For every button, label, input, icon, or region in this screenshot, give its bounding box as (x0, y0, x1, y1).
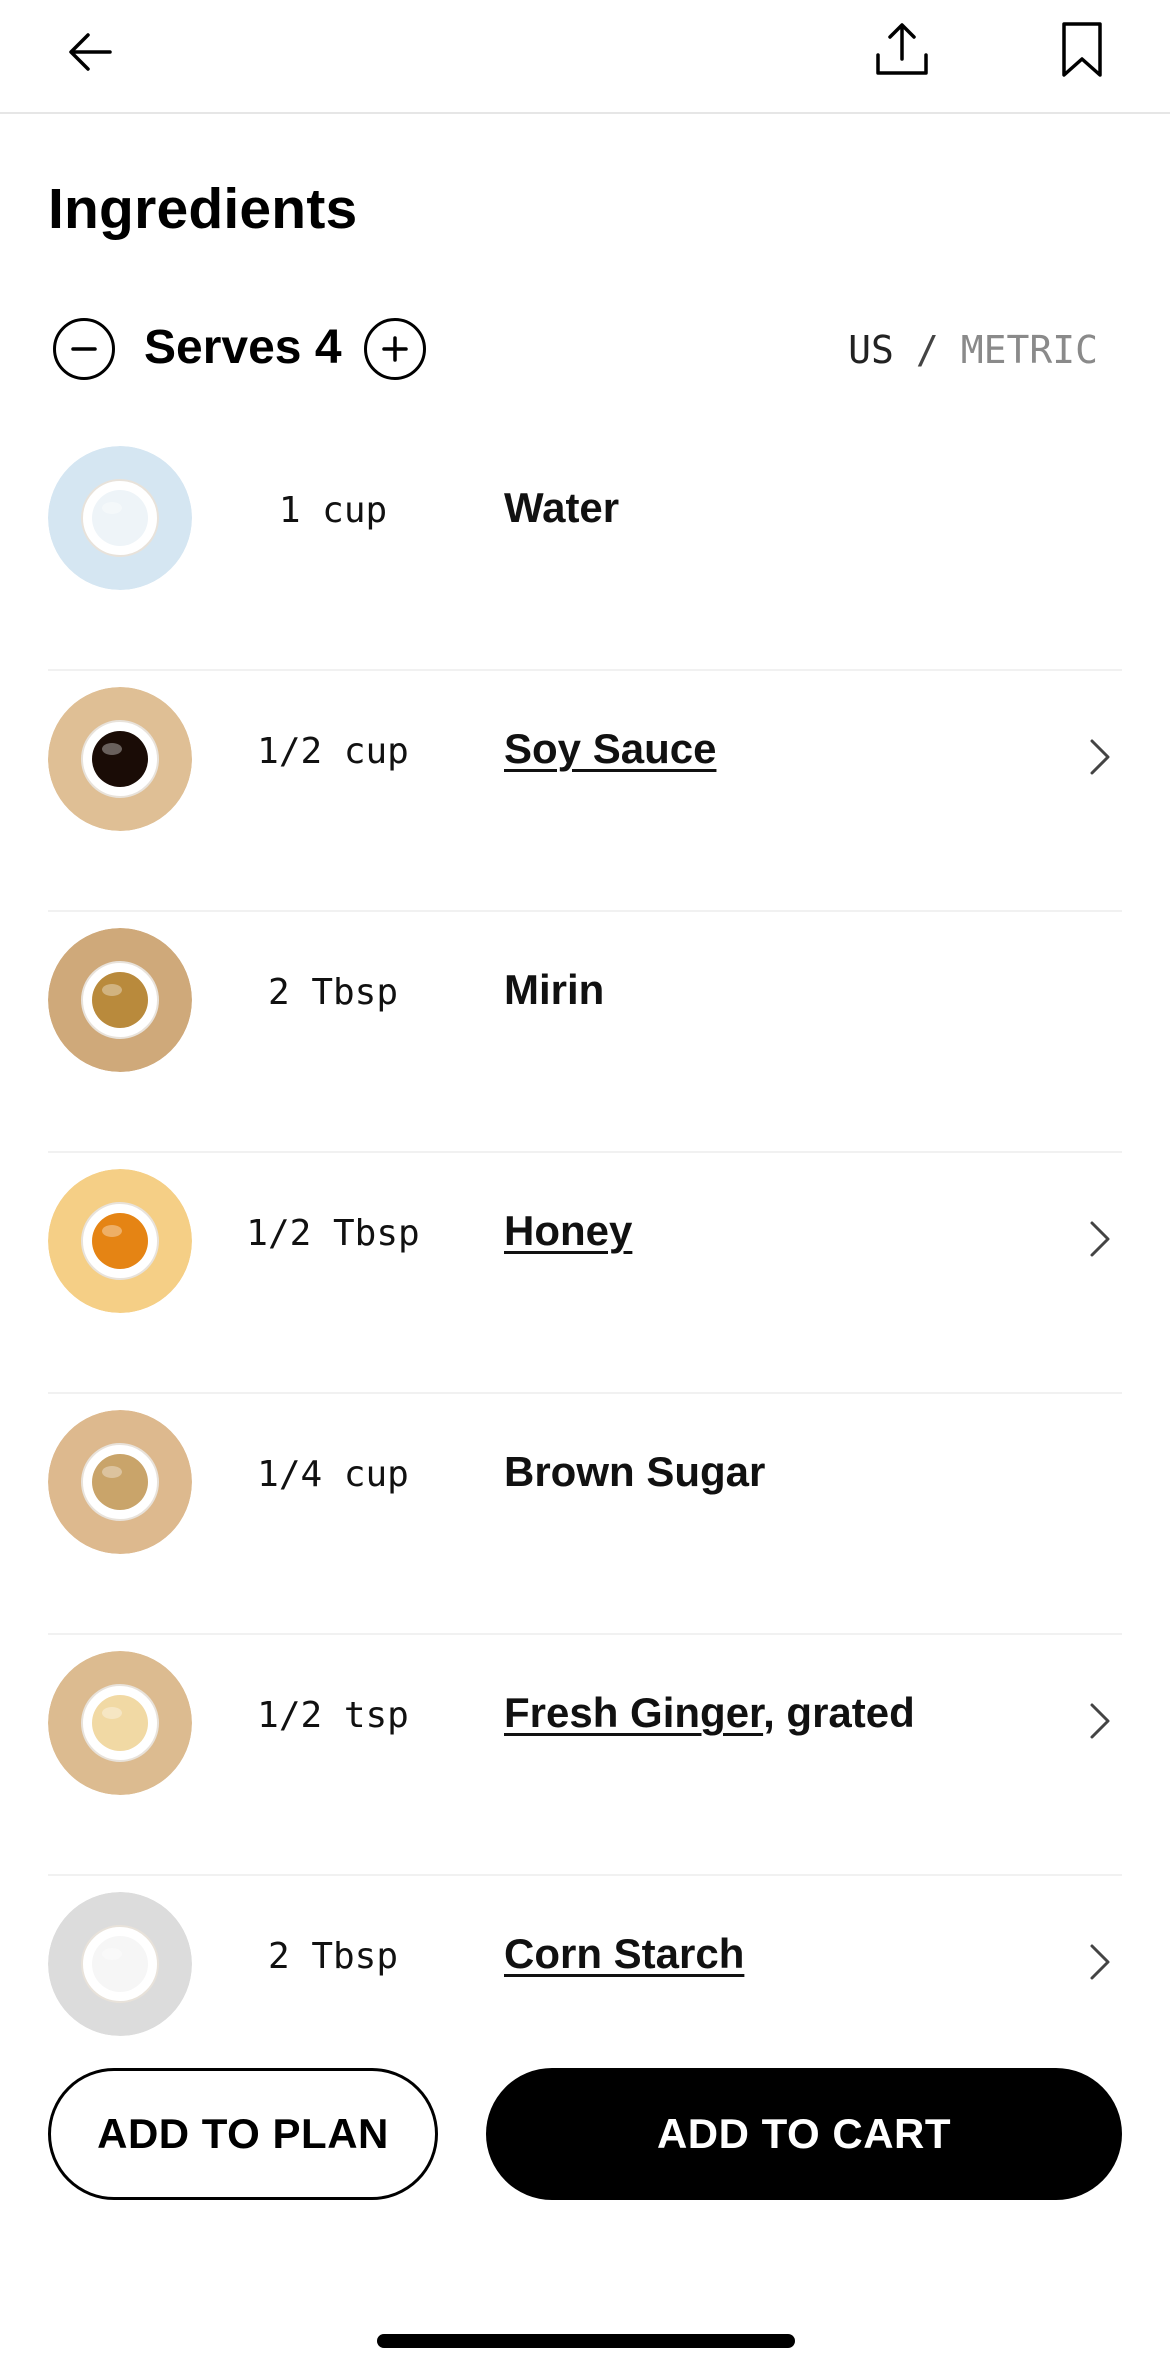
arrow-left-icon (69, 33, 112, 71)
add-to-plan-button[interactable]: ADD TO PLAN (48, 2068, 438, 2200)
ingredient-thumbnail (48, 928, 192, 1072)
share-button[interactable] (860, 8, 944, 92)
ingredient-thumbnail (48, 1410, 192, 1554)
ingredient-bowl-icon (48, 1169, 192, 1313)
ingredient-row[interactable]: 1/2 cup Soy Sauce (48, 671, 1122, 912)
ingredient-quantity: 2 Tbsp (267, 1936, 399, 1977)
unit-separator: / (915, 328, 939, 372)
ingredient-thumbnail (48, 1651, 192, 1795)
minus-circle-icon (71, 347, 97, 351)
ingredient-note: , grated (763, 1689, 915, 1736)
home-indicator (377, 2334, 795, 2348)
ingredient-link[interactable]: Honey (504, 1207, 632, 1254)
top-bar (0, 0, 1170, 114)
unit-us-option[interactable]: US (848, 328, 894, 372)
ingredient-quantity: 2 Tbsp (267, 972, 399, 1013)
ingredient-name: Water (504, 484, 619, 532)
ingredient-bowl-icon (48, 1651, 192, 1795)
chevron-right-icon (1090, 739, 1110, 775)
serves-label: Serves 4 (144, 321, 342, 374)
ingredient-link[interactable]: Soy Sauce (504, 725, 716, 772)
increase-servings-button[interactable] (364, 318, 426, 380)
ingredient-bowl-icon (48, 1892, 192, 2036)
ingredient-label: Brown Sugar (504, 1448, 766, 1495)
back-button[interactable] (48, 10, 132, 94)
ingredient-detail-button[interactable] (1078, 1209, 1122, 1269)
ingredient-name: Brown Sugar (504, 1448, 765, 1496)
recipe-ingredients-screen: Ingredients Serves 4 US / METRIC 1 cup Wa… (0, 0, 1170, 2374)
ingredient-name: Honey (504, 1207, 632, 1255)
ingredient-row[interactable]: 1/2 Tbsp Honey (48, 1153, 1122, 1394)
ingredient-row: 2 Tbsp Mirin (48, 912, 1122, 1153)
unit-metric-option[interactable]: METRIC (961, 328, 1098, 372)
ingredient-link[interactable]: Fresh Ginger (504, 1689, 763, 1736)
ingredient-name: Fresh Ginger, grated (504, 1689, 915, 1737)
ingredient-thumbnail (48, 446, 192, 590)
ingredient-detail-button[interactable] (1078, 1691, 1122, 1751)
ingredient-name: Mirin (504, 966, 604, 1014)
ingredient-bowl-icon (48, 446, 192, 590)
ingredient-label: Mirin (504, 966, 605, 1013)
serves-control: Serves 4 US / METRIC (48, 316, 1122, 382)
ingredient-thumbnail (48, 687, 192, 831)
add-to-cart-button[interactable]: ADD TO CART (486, 2068, 1122, 2200)
ingredient-row: 1 cup Water (48, 430, 1122, 671)
plus-circle-icon (382, 336, 408, 362)
ingredient-bowl-icon (48, 928, 192, 1072)
ingredient-link[interactable]: Corn Starch (504, 1930, 744, 1977)
ingredient-detail-button[interactable] (1078, 727, 1122, 787)
ingredient-quantity: 1/2 Tbsp (246, 1213, 420, 1254)
chevron-right-icon (1090, 1703, 1110, 1739)
bookmark-icon (1062, 22, 1102, 77)
ingredient-thumbnail (48, 1169, 192, 1313)
chevron-right-icon (1090, 1221, 1110, 1257)
ingredient-detail-button[interactable] (1078, 1932, 1122, 1992)
ingredient-row: 1/4 cup Brown Sugar (48, 1394, 1122, 1635)
ingredient-name: Corn Starch (504, 1930, 744, 1978)
unit-toggle: US / METRIC (848, 328, 1098, 372)
ingredient-quantity: 1/4 cup (257, 1454, 409, 1495)
ingredient-thumbnail (48, 1892, 192, 2036)
share-upload-icon (876, 23, 928, 75)
ingredient-bowl-icon (48, 1410, 192, 1554)
ingredient-name: Soy Sauce (504, 725, 716, 773)
ingredient-quantity: 1/2 cup (257, 731, 409, 772)
ingredient-row[interactable]: 1/2 tsp Fresh Ginger, grated (48, 1635, 1122, 1876)
ingredient-list: 1 cup Water 1/2 cup Soy Sauce 2 Tbsp Mirin 1/2… (48, 430, 1122, 2117)
ingredient-quantity: 1 cup (278, 490, 388, 531)
ingredient-label: Water (504, 484, 620, 531)
bookmark-button[interactable] (1040, 8, 1124, 92)
ingredient-bowl-icon (48, 687, 192, 831)
ingredient-quantity: 1/2 tsp (257, 1695, 409, 1736)
chevron-right-icon (1090, 1944, 1110, 1980)
decrease-servings-button[interactable] (53, 318, 115, 380)
page-title: Ingredients (48, 177, 358, 241)
